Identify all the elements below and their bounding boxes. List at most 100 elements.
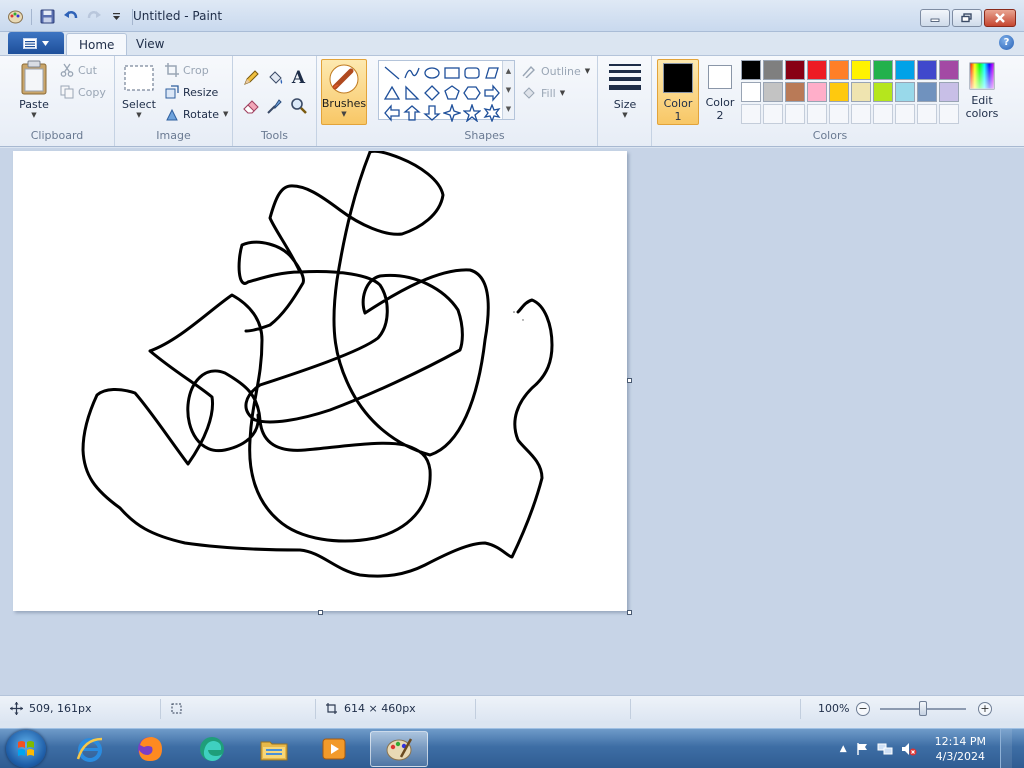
rectangle-shape-icon[interactable] bbox=[443, 64, 461, 82]
hexagon-shape-icon[interactable] bbox=[463, 84, 481, 102]
four-point-star-shape-icon[interactable] bbox=[443, 104, 461, 122]
palette-custom-color-slot[interactable] bbox=[917, 104, 937, 124]
palette-color-swatch[interactable] bbox=[851, 82, 871, 102]
palette-color-swatch[interactable] bbox=[939, 60, 959, 80]
file-menu-button[interactable] bbox=[8, 32, 64, 54]
line-shape-icon[interactable] bbox=[383, 64, 401, 82]
show-hidden-icons-icon[interactable]: ▲ bbox=[840, 744, 847, 754]
palette-color-swatch[interactable] bbox=[895, 82, 915, 102]
size-button[interactable]: Size ▼ bbox=[606, 62, 644, 119]
six-point-star-shape-icon[interactable] bbox=[483, 104, 501, 122]
text-tool[interactable]: A bbox=[288, 67, 309, 88]
fill-tool[interactable] bbox=[264, 67, 285, 88]
curve-shape-icon[interactable] bbox=[403, 64, 421, 82]
paint-app-icon[interactable] bbox=[6, 7, 25, 26]
palette-custom-color-slot[interactable] bbox=[829, 104, 849, 124]
left-arrow-shape-icon[interactable] bbox=[383, 104, 401, 122]
save-icon[interactable] bbox=[38, 7, 57, 26]
action-center-flag-icon[interactable] bbox=[855, 742, 869, 756]
palette-color-swatch[interactable] bbox=[741, 60, 761, 80]
taskbar-media-player[interactable] bbox=[308, 731, 360, 767]
start-button[interactable] bbox=[6, 730, 46, 768]
canvas-resize-handle-bottom[interactable] bbox=[318, 610, 323, 615]
palette-color-swatch[interactable] bbox=[895, 60, 915, 80]
down-arrow-shape-icon[interactable] bbox=[423, 104, 441, 122]
network-icon[interactable] bbox=[877, 742, 893, 756]
taskbar-paint[interactable] bbox=[370, 731, 428, 767]
palette-color-swatch[interactable] bbox=[763, 82, 783, 102]
palette-color-swatch[interactable] bbox=[851, 60, 871, 80]
outline-button[interactable]: Outline ▼ bbox=[521, 62, 590, 80]
paste-button[interactable]: Paste ▼ bbox=[14, 60, 54, 119]
system-clock[interactable]: 12:14 PM 4/3/2024 bbox=[935, 734, 986, 764]
color-2-button[interactable]: Color 2 bbox=[699, 59, 741, 125]
palette-color-swatch[interactable] bbox=[763, 60, 783, 80]
canvas-resize-handle-right[interactable] bbox=[627, 378, 632, 383]
palette-custom-color-slot[interactable] bbox=[763, 104, 783, 124]
right-triangle-shape-icon[interactable] bbox=[403, 84, 421, 102]
help-icon[interactable]: ? bbox=[999, 35, 1014, 50]
shapes-gallery-scrollbar[interactable]: ▲ ▼ ▼ bbox=[502, 61, 514, 119]
zoom-in-button[interactable]: + bbox=[978, 702, 992, 716]
oval-shape-icon[interactable] bbox=[423, 64, 441, 82]
palette-custom-color-slot[interactable] bbox=[807, 104, 827, 124]
palette-custom-color-slot[interactable] bbox=[895, 104, 915, 124]
color-1-button[interactable]: Color 1 bbox=[657, 59, 699, 125]
palette-color-swatch[interactable] bbox=[785, 82, 805, 102]
zoom-slider-thumb[interactable] bbox=[919, 701, 927, 716]
right-arrow-shape-icon[interactable] bbox=[483, 84, 501, 102]
palette-color-swatch[interactable] bbox=[873, 82, 893, 102]
palette-color-swatch[interactable] bbox=[917, 60, 937, 80]
volume-muted-icon[interactable] bbox=[901, 742, 917, 756]
rounded-rectangle-shape-icon[interactable] bbox=[463, 64, 481, 82]
gallery-expand-icon[interactable]: ▼ bbox=[506, 105, 511, 113]
tab-home[interactable]: Home bbox=[66, 33, 128, 55]
palette-color-swatch[interactable] bbox=[785, 60, 805, 80]
palette-color-swatch[interactable] bbox=[829, 82, 849, 102]
close-button[interactable] bbox=[984, 9, 1016, 27]
palette-color-swatch[interactable] bbox=[873, 60, 893, 80]
palette-color-swatch[interactable] bbox=[939, 82, 959, 102]
scroll-down-icon[interactable]: ▼ bbox=[506, 86, 511, 94]
undo-icon[interactable] bbox=[61, 7, 80, 26]
maximize-button[interactable] bbox=[952, 9, 982, 27]
palette-custom-color-slot[interactable] bbox=[851, 104, 871, 124]
palette-custom-color-slot[interactable] bbox=[873, 104, 893, 124]
pencil-tool[interactable] bbox=[240, 67, 261, 88]
brushes-button[interactable]: Brushes ▼ bbox=[321, 59, 367, 125]
fill-button[interactable]: Fill ▼ bbox=[521, 84, 565, 102]
polygon-shape-icon[interactable] bbox=[483, 64, 501, 82]
palette-color-swatch[interactable] bbox=[829, 60, 849, 80]
resize-button[interactable]: Resize bbox=[165, 83, 218, 101]
up-arrow-shape-icon[interactable] bbox=[403, 104, 421, 122]
edit-colors-button[interactable]: Edit colors bbox=[961, 59, 1003, 125]
cut-button[interactable]: Cut bbox=[60, 61, 97, 79]
five-point-star-shape-icon[interactable] bbox=[463, 104, 481, 122]
color-picker-tool[interactable] bbox=[264, 95, 285, 116]
zoom-out-button[interactable]: − bbox=[856, 702, 870, 716]
palette-color-swatch[interactable] bbox=[807, 60, 827, 80]
palette-color-swatch[interactable] bbox=[807, 82, 827, 102]
palette-custom-color-slot[interactable] bbox=[741, 104, 761, 124]
taskbar-edge[interactable] bbox=[186, 731, 238, 767]
taskbar-firefox[interactable] bbox=[124, 731, 176, 767]
eraser-tool[interactable] bbox=[240, 95, 261, 116]
copy-button[interactable]: Copy bbox=[60, 83, 106, 101]
magnifier-tool[interactable] bbox=[288, 95, 309, 116]
taskbar-file-explorer[interactable] bbox=[248, 731, 300, 767]
show-desktop-button[interactable] bbox=[1000, 729, 1012, 768]
palette-color-swatch[interactable] bbox=[741, 82, 761, 102]
triangle-shape-icon[interactable] bbox=[383, 84, 401, 102]
palette-color-swatch[interactable] bbox=[917, 82, 937, 102]
crop-button[interactable]: Crop bbox=[165, 61, 209, 79]
drawing-canvas[interactable] bbox=[13, 149, 627, 611]
palette-custom-color-slot[interactable] bbox=[939, 104, 959, 124]
redo-icon[interactable] bbox=[84, 7, 103, 26]
minimize-button[interactable] bbox=[920, 9, 950, 27]
tab-view[interactable]: View bbox=[124, 33, 176, 55]
scroll-up-icon[interactable]: ▲ bbox=[506, 67, 511, 75]
diamond-shape-icon[interactable] bbox=[423, 84, 441, 102]
palette-custom-color-slot[interactable] bbox=[785, 104, 805, 124]
pentagon-shape-icon[interactable] bbox=[443, 84, 461, 102]
rotate-button[interactable]: Rotate ▼ bbox=[165, 105, 228, 123]
